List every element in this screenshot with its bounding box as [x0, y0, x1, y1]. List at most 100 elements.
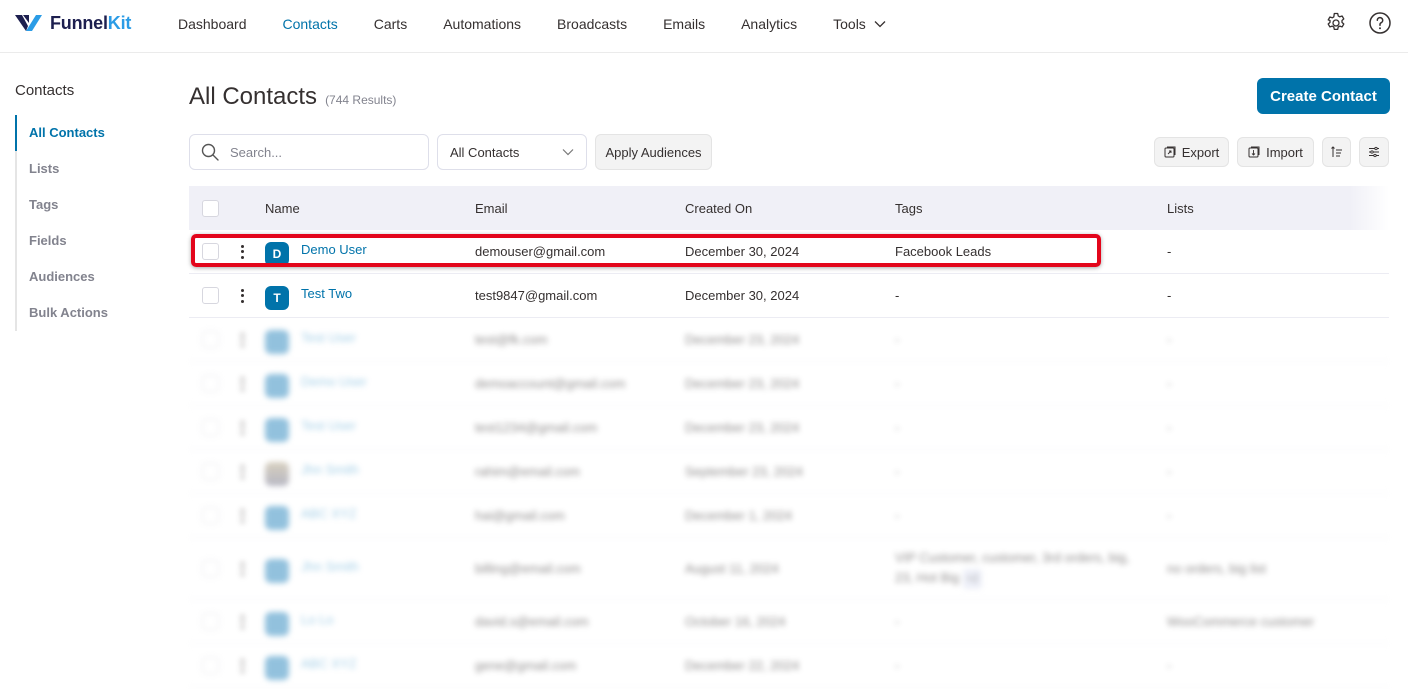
contact-name-link[interactable]: ABC XYZ [301, 506, 357, 521]
sidebar-title: Contacts [15, 82, 75, 99]
table-row[interactable]: Demo User demoaccount@gmail.com December 2… [189, 362, 1389, 406]
search-input[interactable] [230, 144, 410, 160]
contact-name-link[interactable]: ABC XYZ [301, 656, 357, 671]
contact-lists: no orders, big list [1167, 561, 1266, 576]
row-menu-icon[interactable] [240, 288, 244, 303]
search-box[interactable] [189, 134, 429, 170]
help-icon[interactable] [1368, 11, 1392, 35]
row-checkbox[interactable] [202, 287, 219, 304]
create-contact-button[interactable]: Create Contact [1257, 78, 1390, 114]
nav-carts[interactable]: Carts [374, 16, 407, 32]
contact-lists: - [1167, 332, 1172, 347]
row-menu-icon[interactable] [240, 561, 244, 576]
table-row[interactable]: Test User test1234@gmail.com December 23, … [189, 406, 1389, 450]
nav-emails[interactable]: Emails [663, 16, 705, 32]
contact-name-link[interactable]: Demo User [301, 242, 367, 257]
apply-audiences-button[interactable]: Apply Audiences [595, 134, 712, 170]
row-checkbox[interactable] [202, 560, 219, 577]
row-menu-icon[interactable] [240, 420, 244, 435]
more-tags-badge[interactable]: +2 [962, 569, 982, 589]
row-menu-icon[interactable] [240, 508, 244, 523]
table-row[interactable]: Jhn Smith rahim@email.com September 23, 20… [189, 450, 1389, 494]
nav-broadcasts[interactable]: Broadcasts [557, 16, 627, 32]
main-nav: Dashboard Contacts Carts Automations Bro… [178, 0, 922, 47]
contact-name-link[interactable]: Demo User [301, 374, 367, 389]
row-checkbox[interactable] [202, 243, 219, 260]
nav-automations[interactable]: Automations [443, 16, 521, 32]
contact-lists: - [1167, 420, 1172, 435]
column-settings-button[interactable] [1359, 137, 1389, 167]
nav-contacts[interactable]: Contacts [283, 16, 338, 32]
sidebar-item-fields[interactable]: Fields [15, 223, 175, 259]
avatar [265, 656, 289, 680]
sidebar-item-all-contacts[interactable]: All Contacts [15, 115, 175, 151]
contact-created-on: December 30, 2024 [685, 288, 800, 303]
export-icon [1164, 146, 1176, 158]
row-menu-icon[interactable] [240, 464, 244, 479]
contact-email: rahim@email.com [475, 464, 580, 479]
row-menu-icon[interactable] [240, 332, 244, 347]
table-row[interactable]: Test User test@fk.com December 23, 2024 - - [189, 318, 1389, 362]
contact-email: billing@email.com [475, 561, 581, 576]
table-row[interactable]: Lo Lo david.s@email.com October 16, 2024 - W… [189, 600, 1389, 644]
chevron-down-icon [874, 20, 886, 27]
column-header-email[interactable]: Email [475, 201, 685, 216]
contact-lists: - [1167, 376, 1172, 391]
import-button[interactable]: Import [1237, 137, 1314, 167]
avatar: D [265, 242, 289, 266]
sidebar: Contacts All Contacts Lists Tags Fields … [15, 82, 175, 331]
nav-dashboard[interactable]: Dashboard [178, 16, 247, 32]
audience-select[interactable]: All Contacts [437, 134, 587, 170]
export-button[interactable]: Export [1154, 137, 1229, 167]
row-checkbox[interactable] [202, 331, 219, 348]
contact-email: test9847@gmail.com [475, 288, 598, 303]
table-row[interactable]: T Test Two test9847@gmail.com December 3… [189, 274, 1389, 318]
table-row[interactable]: D Demo User demouser@gmail.com December … [189, 230, 1389, 274]
row-checkbox[interactable] [202, 463, 219, 480]
contact-name-link[interactable]: Test User [301, 330, 356, 345]
avatar [265, 374, 289, 398]
table-row[interactable]: Jhn Smith billing@email.com August 11, 202… [189, 538, 1389, 600]
row-checkbox[interactable] [202, 507, 219, 524]
audience-select-value: All Contacts [450, 144, 520, 160]
contact-name-link[interactable]: Jhn Smith [301, 559, 359, 574]
contact-tags: - [895, 331, 900, 347]
sidebar-list: All Contacts Lists Tags Fields Audiences… [15, 115, 175, 331]
contact-name-link[interactable]: Test User [301, 418, 356, 433]
select-all-checkbox[interactable] [202, 199, 219, 217]
row-menu-icon[interactable] [240, 614, 244, 629]
sidebar-item-tags[interactable]: Tags [15, 187, 175, 223]
column-header-tags[interactable]: Tags [895, 201, 1167, 216]
gear-icon[interactable] [1324, 11, 1348, 35]
contact-created-on: December 1, 2024 [685, 508, 792, 523]
column-header-name[interactable]: Name [265, 201, 475, 216]
row-checkbox[interactable] [202, 419, 219, 436]
row-checkbox[interactable] [202, 375, 219, 392]
sort-button[interactable] [1322, 137, 1351, 167]
column-header-created-on[interactable]: Created On [685, 201, 895, 216]
row-menu-icon[interactable] [240, 658, 244, 673]
row-menu-icon[interactable] [240, 376, 244, 391]
row-menu-icon[interactable] [240, 244, 244, 259]
nav-tools-label: Tools [833, 15, 866, 32]
contact-created-on: December 23, 2024 [685, 332, 800, 347]
sidebar-item-bulk-actions[interactable]: Bulk Actions [15, 295, 175, 331]
row-checkbox[interactable] [202, 657, 219, 674]
sidebar-item-lists[interactable]: Lists [15, 151, 175, 187]
contact-tags: - [895, 463, 900, 479]
table-row[interactable]: ABC XYZ hai@gmail.com December 1, 2024 - - [189, 494, 1389, 538]
funnelkit-logo[interactable]: FunnelKit [14, 11, 131, 35]
contact-lists: - [1167, 658, 1172, 673]
nav-analytics[interactable]: Analytics [741, 16, 797, 32]
contact-email: david.s@email.com [475, 614, 589, 629]
contact-name-link[interactable]: Test Two [301, 286, 352, 301]
nav-tools[interactable]: Tools [833, 16, 886, 32]
contact-name-link[interactable]: Jhn Smith [301, 462, 359, 477]
chevron-down-icon [562, 149, 574, 156]
column-header-lists[interactable]: Lists [1167, 201, 1367, 216]
sidebar-item-audiences[interactable]: Audiences [15, 259, 175, 295]
table-row[interactable]: ABC XYZ gene@gmail.com December 22, 2024 - - [189, 644, 1389, 688]
contact-email: test1234@gmail.com [475, 420, 598, 435]
contact-name-link[interactable]: Lo Lo [301, 612, 334, 627]
row-checkbox[interactable] [202, 613, 219, 630]
